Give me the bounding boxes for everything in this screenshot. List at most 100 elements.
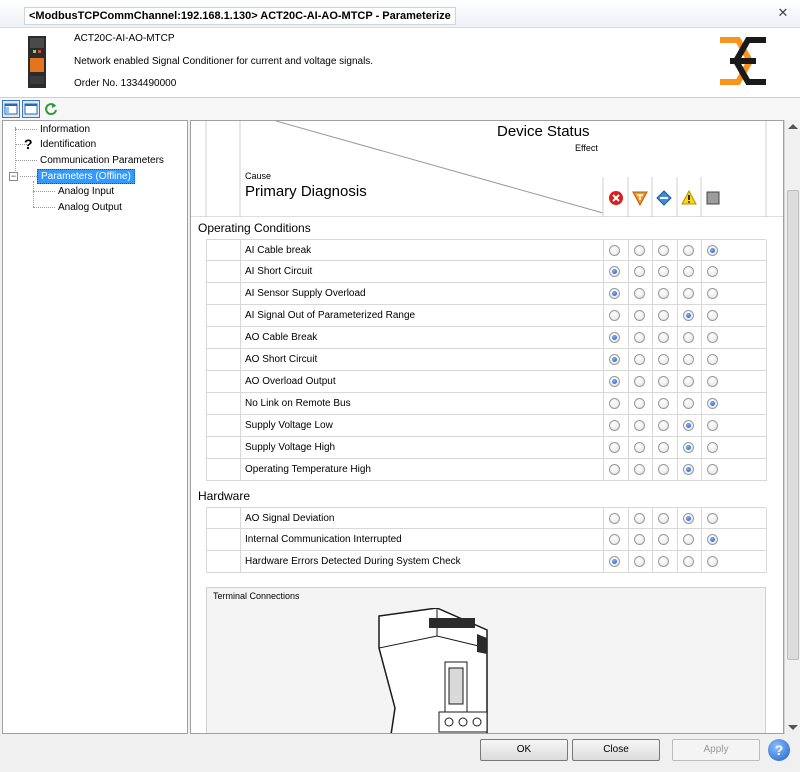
effect-radio[interactable]	[658, 398, 669, 409]
effect-radio[interactable]	[658, 534, 669, 545]
title-bar: <ModbusTCPCommChannel:192.168.1.130> ACT…	[0, 0, 800, 28]
effect-radio[interactable]	[634, 310, 645, 321]
effect-radio[interactable]	[683, 245, 694, 256]
effect-radio[interactable]	[609, 442, 620, 453]
tree-item-communication-parameters[interactable]: Communication Parameters	[40, 154, 164, 167]
window-close-icon[interactable]: ✕	[776, 6, 790, 20]
close-button[interactable]: Close	[572, 739, 660, 761]
effect-radio[interactable]	[634, 245, 645, 256]
effect-radio[interactable]	[683, 398, 694, 409]
effect-radio[interactable]	[634, 332, 645, 343]
effect-radio[interactable]	[707, 332, 718, 343]
effect-radio[interactable]	[683, 288, 694, 299]
grid-line	[652, 393, 653, 415]
effect-radio[interactable]	[683, 442, 694, 453]
effect-radio[interactable]	[609, 245, 620, 256]
effect-radio[interactable]	[658, 420, 669, 431]
effect-radio[interactable]	[658, 513, 669, 524]
scroll-thumb[interactable]	[787, 190, 799, 660]
effect-radio[interactable]	[609, 464, 620, 475]
effect-radio[interactable]	[683, 266, 694, 277]
effect-radio[interactable]	[707, 266, 718, 277]
effect-radio[interactable]	[609, 398, 620, 409]
effect-radio[interactable]	[634, 288, 645, 299]
effect-radio[interactable]	[609, 332, 620, 343]
effect-radio[interactable]	[683, 332, 694, 343]
effect-radio[interactable]	[658, 245, 669, 256]
effect-radio[interactable]	[634, 376, 645, 387]
effect-radio[interactable]	[707, 245, 718, 256]
effect-radio[interactable]	[609, 534, 620, 545]
tree-item-analog-input[interactable]: Analog Input	[58, 185, 114, 198]
cause-label: Cause	[245, 171, 272, 181]
effect-radio[interactable]	[634, 266, 645, 277]
effect-radio[interactable]	[634, 398, 645, 409]
effect-radio[interactable]	[683, 534, 694, 545]
tree-view-button[interactable]	[2, 100, 20, 118]
effect-radio[interactable]	[609, 420, 620, 431]
collapse-icon[interactable]: −	[9, 172, 18, 181]
effect-radio[interactable]	[707, 398, 718, 409]
diagnosis-label: AI Short Circuit	[245, 266, 313, 277]
apply-button[interactable]: Apply	[672, 739, 760, 761]
effect-radio[interactable]	[707, 513, 718, 524]
grid-line	[240, 437, 241, 459]
effect-radio[interactable]	[658, 376, 669, 387]
effect-radio[interactable]	[683, 310, 694, 321]
scroll-down-icon[interactable]	[788, 725, 798, 730]
tree-item-information[interactable]: Information	[40, 123, 90, 136]
scroll-up-icon[interactable]	[788, 124, 798, 129]
effect-radio[interactable]	[658, 288, 669, 299]
tree-item-identification[interactable]: Identification	[40, 138, 96, 151]
panel-view-button[interactable]	[22, 100, 40, 118]
effect-radio[interactable]	[707, 464, 718, 475]
effect-radio[interactable]	[683, 513, 694, 524]
tree-item-analog-output[interactable]: Analog Output	[58, 201, 122, 214]
effect-radio[interactable]	[683, 376, 694, 387]
effect-radio[interactable]	[707, 534, 718, 545]
effect-radio[interactable]	[658, 464, 669, 475]
effect-radio[interactable]	[634, 534, 645, 545]
effect-radio[interactable]	[609, 288, 620, 299]
effect-radio[interactable]	[658, 556, 669, 567]
effect-radio[interactable]	[658, 332, 669, 343]
grid-line	[677, 261, 678, 283]
effect-radio[interactable]	[609, 513, 620, 524]
effect-radio[interactable]	[707, 376, 718, 387]
effect-radio[interactable]	[707, 354, 718, 365]
vertical-scrollbar[interactable]	[784, 120, 800, 734]
effect-radio[interactable]	[658, 266, 669, 277]
effect-radio[interactable]	[609, 376, 620, 387]
effect-radio[interactable]	[609, 354, 620, 365]
effect-radio[interactable]	[683, 420, 694, 431]
effect-radio[interactable]	[707, 442, 718, 453]
effect-radio[interactable]	[707, 420, 718, 431]
effect-radio[interactable]	[707, 310, 718, 321]
effect-radio[interactable]	[658, 354, 669, 365]
effect-radio[interactable]	[634, 420, 645, 431]
refresh-icon[interactable]	[42, 100, 60, 118]
effect-radio[interactable]	[634, 556, 645, 567]
effect-radio[interactable]	[683, 464, 694, 475]
effect-radio[interactable]	[609, 310, 620, 321]
grid-line	[628, 459, 629, 481]
effect-radio[interactable]	[707, 556, 718, 567]
effect-radio[interactable]	[707, 288, 718, 299]
effect-radio[interactable]	[683, 556, 694, 567]
ok-button[interactable]: OK	[480, 739, 568, 761]
effect-radio[interactable]	[634, 442, 645, 453]
effect-radio[interactable]	[658, 442, 669, 453]
grid-line	[628, 240, 629, 262]
tree-item-parameters-offline[interactable]: Parameters (Offline)	[37, 169, 135, 184]
effect-radio[interactable]	[634, 354, 645, 365]
effect-radio[interactable]	[634, 513, 645, 524]
effect-radio[interactable]	[609, 266, 620, 277]
effect-radio[interactable]	[609, 556, 620, 567]
help-icon[interactable]: ?	[768, 739, 790, 761]
effect-radio[interactable]	[658, 310, 669, 321]
grid-line	[603, 393, 604, 415]
effect-radio[interactable]	[683, 354, 694, 365]
grid-line	[701, 349, 702, 371]
grid-line	[240, 240, 241, 262]
effect-radio[interactable]	[634, 464, 645, 475]
